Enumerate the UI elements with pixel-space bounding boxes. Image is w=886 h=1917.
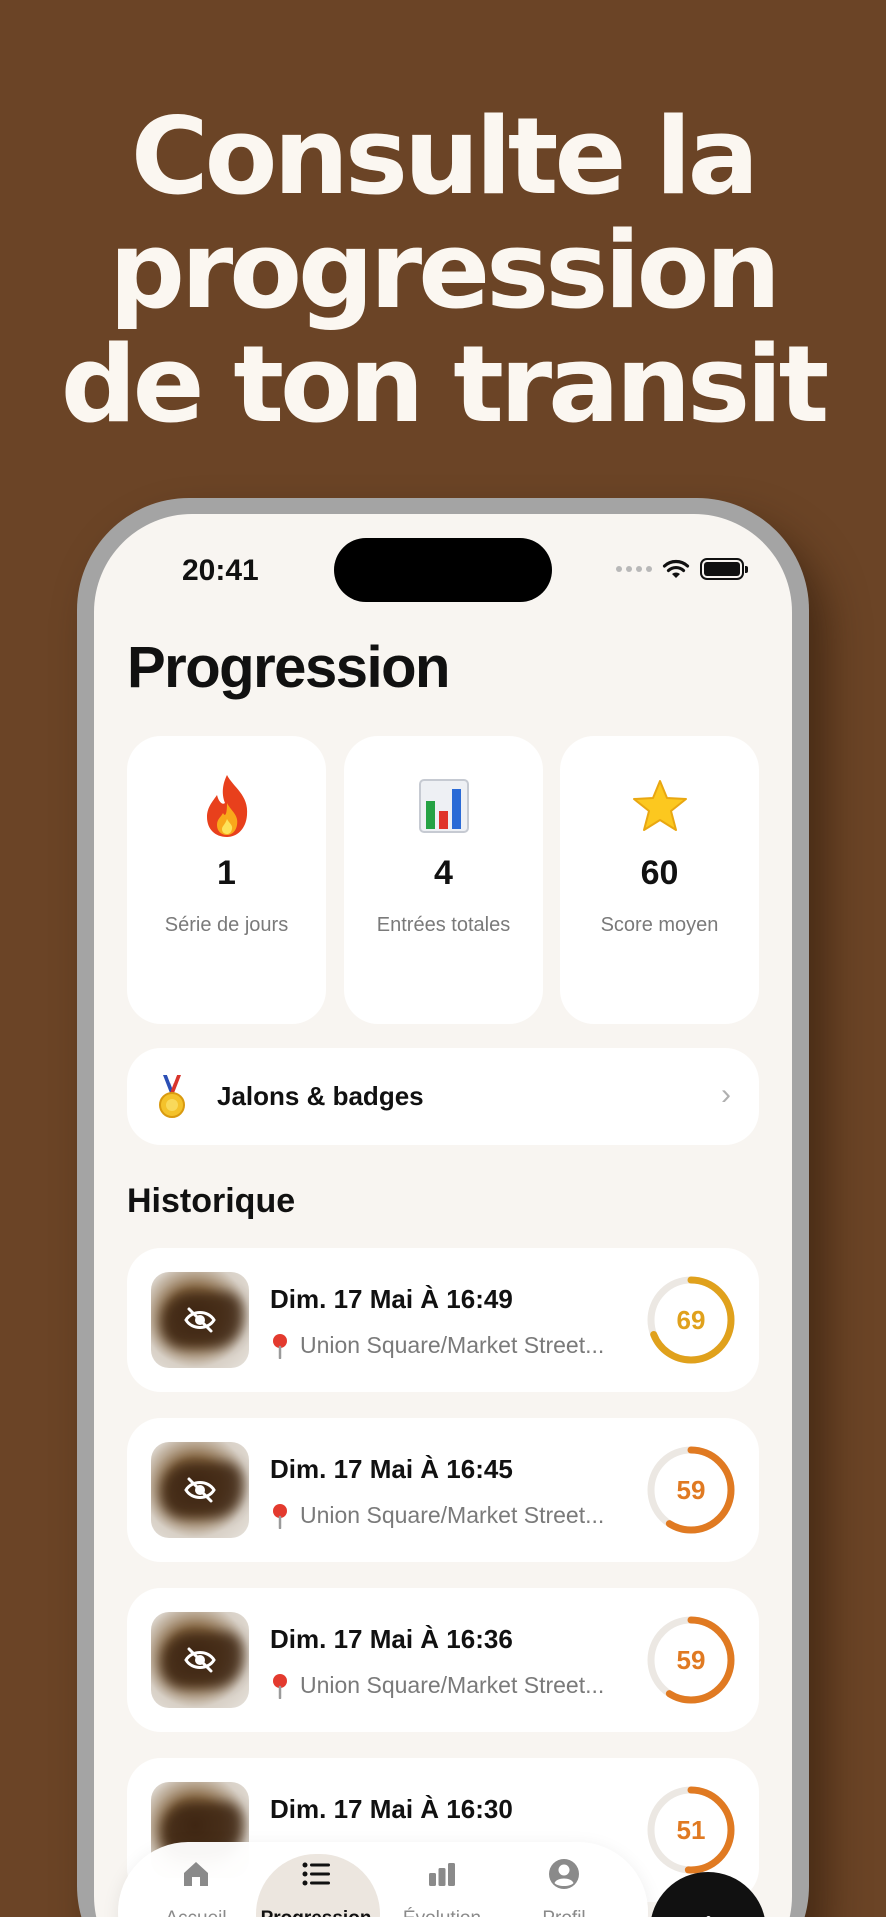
chevron-right-icon: › xyxy=(721,1078,731,1111)
entry-location: Union Square/Market Street... xyxy=(270,1672,604,1699)
profile-icon xyxy=(549,1859,579,1889)
wifi-icon xyxy=(662,559,690,578)
entry-date: Dim. 17 Mai À 16:36 xyxy=(270,1624,513,1654)
eye-off-icon xyxy=(184,1477,216,1503)
list-icon xyxy=(302,1862,330,1886)
score-value: 59 xyxy=(676,1474,706,1505)
home-icon xyxy=(184,1862,208,1886)
entry-date: Dim. 17 Mai À 16:45 xyxy=(270,1454,513,1484)
tab-progression[interactable]: Progression xyxy=(256,1842,380,1917)
entry-date: Dim. 17 Mai À 16:30 xyxy=(270,1794,513,1824)
entry-location: Union Square/Market Street... xyxy=(270,1332,604,1359)
tab-evolution[interactable]: Évolution xyxy=(382,1842,502,1917)
fire-icon xyxy=(203,772,251,840)
evolution-chart-icon xyxy=(429,1863,455,1886)
cellular-signal-icon xyxy=(616,566,652,572)
score-value: 51 xyxy=(676,1814,706,1845)
stat-label: Entrées totales xyxy=(376,914,511,936)
tab-home[interactable]: Accueil xyxy=(136,1842,256,1917)
badges-row[interactable]: Jalons & badges › xyxy=(127,1048,759,1145)
marketing-headline: Consulte la progression de ton transit xyxy=(0,100,886,442)
tab-label: Évolution xyxy=(382,1908,502,1917)
medal-icon xyxy=(157,1074,187,1119)
photo-thumbnail xyxy=(151,1272,249,1368)
stat-card-streak: 1 Série de jours xyxy=(127,736,326,1024)
stat-value: 4 xyxy=(434,854,453,892)
stat-card-entries: 4 Entrées totales xyxy=(344,736,543,1024)
eye-off-icon xyxy=(184,1647,216,1673)
score-value: 59 xyxy=(676,1644,706,1675)
dynamic-island xyxy=(334,538,552,602)
photo-thumbnail xyxy=(151,1612,249,1708)
bar-chart-icon xyxy=(418,772,469,840)
history-entry[interactable]: Dim. 17 Mai À 16:45 Union Square/Market … xyxy=(127,1418,759,1562)
stat-value: 60 xyxy=(640,854,679,892)
tab-label: Profil xyxy=(504,1908,624,1917)
status-time: 20:41 xyxy=(182,554,259,587)
pin-icon xyxy=(273,1503,287,1529)
pin-icon xyxy=(273,1333,287,1359)
page-title: Progression xyxy=(127,635,450,700)
app-store-screenshot: Consulte la progression de ton transit 2… xyxy=(0,0,886,1917)
pin-icon xyxy=(273,1673,287,1699)
tab-label: Accueil xyxy=(136,1908,256,1917)
phone-screen: 20:41 Progression 1 Série de jours 4 Ent… xyxy=(94,514,792,1917)
status-icons xyxy=(616,558,748,580)
history-title: Historique xyxy=(127,1182,296,1220)
headline-line-2: progression xyxy=(109,209,781,332)
photo-thumbnail xyxy=(151,1442,249,1538)
star-icon xyxy=(632,772,688,840)
stat-value: 1 xyxy=(217,854,236,892)
entry-location-text: Union Square/Market Street... xyxy=(300,1502,605,1528)
entry-location-text: Union Square/Market Street... xyxy=(300,1672,605,1698)
headline-line-1: Consulte la xyxy=(130,95,759,218)
stat-label: Score moyen xyxy=(600,914,719,936)
headline-line-3: de ton transit xyxy=(60,323,830,446)
history-entry[interactable]: Dim. 17 Mai À 16:49 Union Square/Market … xyxy=(127,1248,759,1392)
history-entry[interactable]: Dim. 17 Mai À 16:36 Union Square/Market … xyxy=(127,1588,759,1732)
battery-icon xyxy=(700,558,748,580)
stat-label: Série de jours xyxy=(164,914,289,936)
tab-label: Progression xyxy=(256,1908,376,1917)
badges-label: Jalons & badges xyxy=(217,1081,424,1111)
tab-profile[interactable]: Profil xyxy=(504,1842,624,1917)
entry-location-text: Union Square/Market Street... xyxy=(300,1332,605,1358)
eye-off-icon xyxy=(184,1307,216,1333)
entry-location: Union Square/Market Street... xyxy=(270,1502,604,1529)
tab-bar: Accueil Progression Évolution xyxy=(118,1842,648,1917)
score-value: 69 xyxy=(676,1304,706,1335)
entry-date: Dim. 17 Mai À 16:49 xyxy=(270,1284,513,1314)
stat-card-score: 60 Score moyen xyxy=(560,736,759,1024)
